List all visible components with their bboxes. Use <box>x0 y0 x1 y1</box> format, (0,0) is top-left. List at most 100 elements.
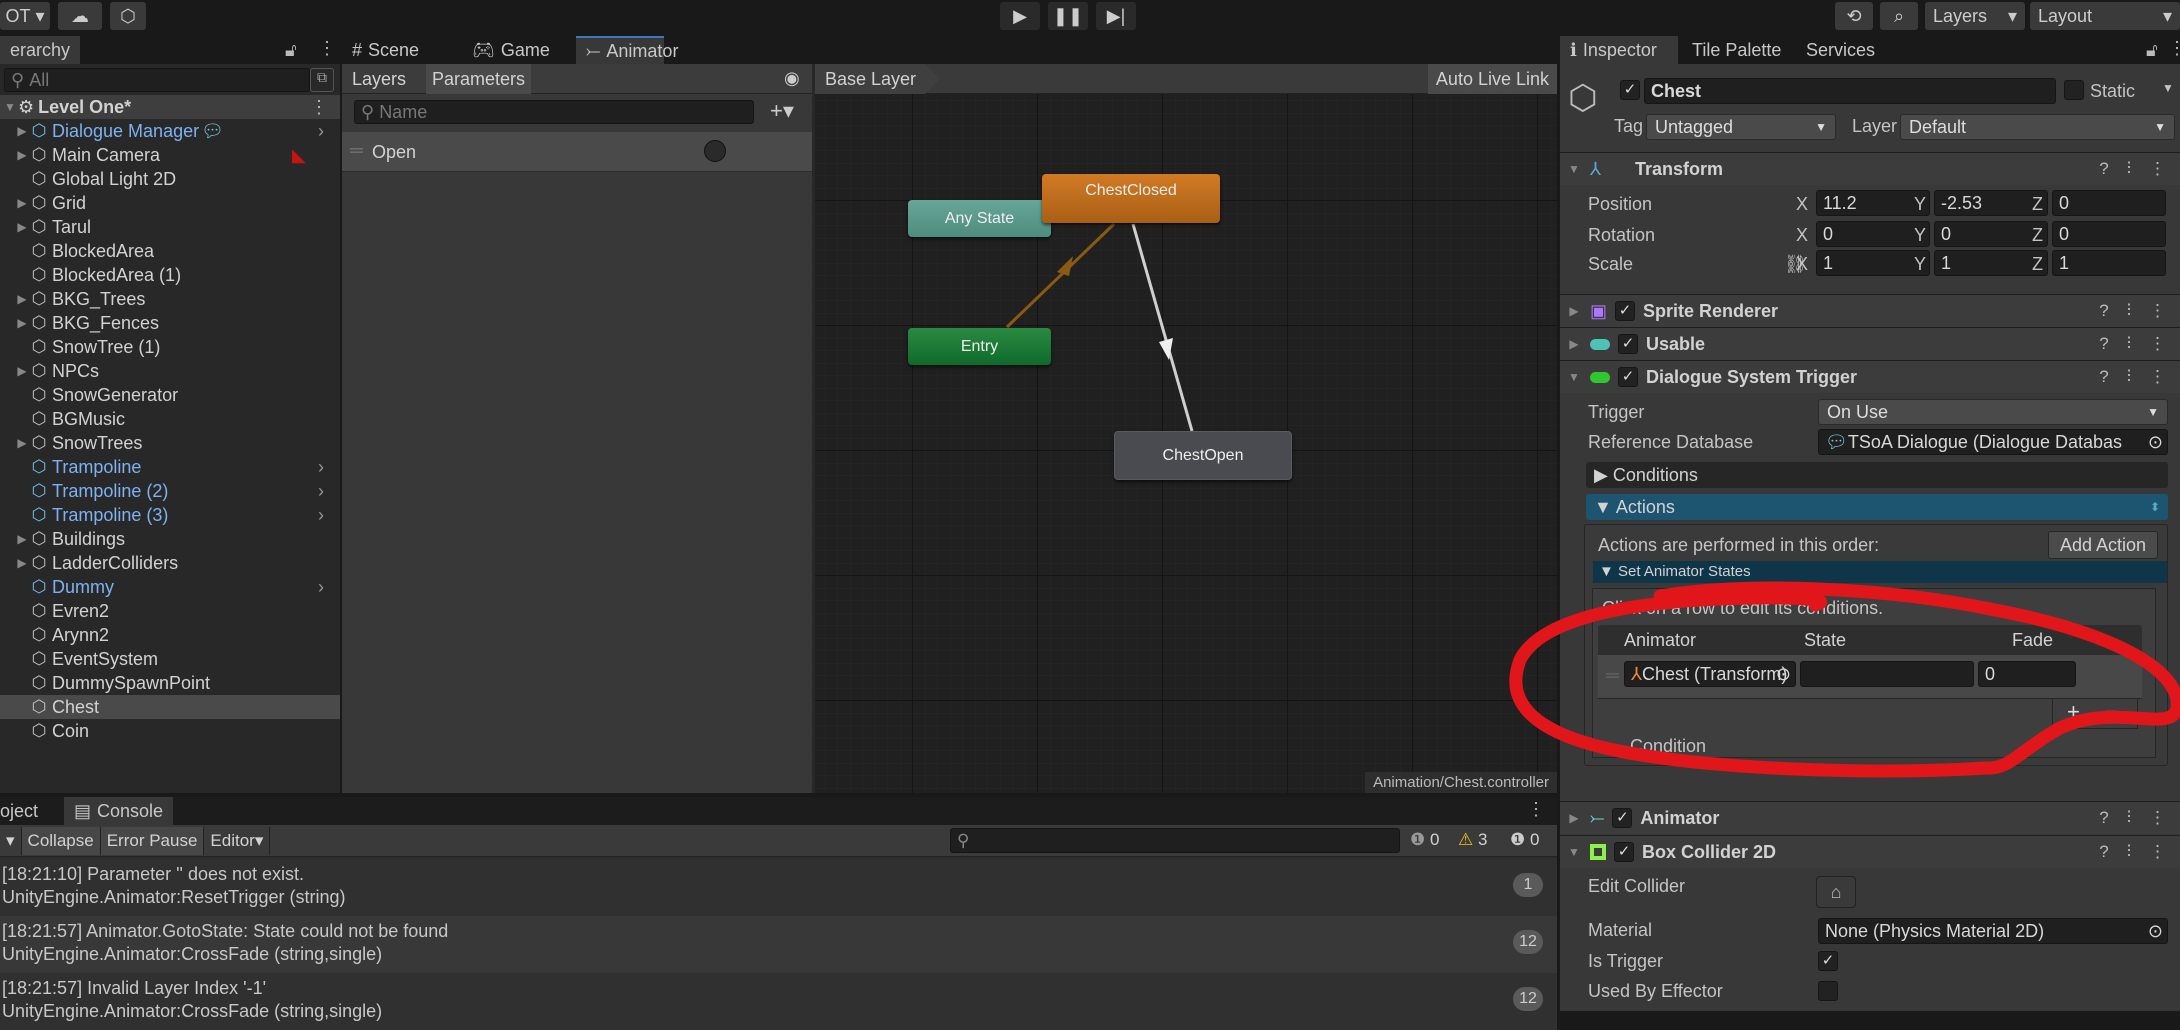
rotation-z-input[interactable]: 0 <box>2052 221 2166 247</box>
hierarchy-item[interactable]: ⬡ Coin <box>0 719 340 743</box>
presets-icon[interactable]: ⫶ <box>2127 334 2131 354</box>
animator-graph[interactable]: Base Layer Auto Live Link Any State Entr… <box>815 64 1557 793</box>
table-row[interactable]: ═ ⅄ Chest (Transform) ⊙ 0 <box>1598 655 2142 699</box>
enabled-checkbox[interactable]: ✓ <box>1618 367 1638 387</box>
enabled-checkbox[interactable]: ✓ <box>1618 334 1638 354</box>
object-picker-icon[interactable]: ⊙ <box>1776 664 1791 685</box>
lock-icon[interactable]: 🔓︎ <box>285 40 297 61</box>
help-icon[interactable]: ? <box>2099 159 2108 179</box>
search-icon[interactable]: ⌕ <box>1880 2 1918 30</box>
tab-inspector[interactable]: ℹ Inspector <box>1560 36 1678 64</box>
add-parameter-button[interactable]: +▾ <box>770 98 794 124</box>
hierarchy-item[interactable]: ▶ ⬡ Tarul <box>0 215 340 239</box>
account-dropdown[interactable]: OT ▾ <box>0 2 50 30</box>
more-menu-icon[interactable]: ⋮ <box>2149 842 2166 862</box>
expand-arrow-icon[interactable]: ▶ <box>14 364 30 378</box>
gameobject-cube-icon[interactable]: ⬡ <box>1568 78 1598 118</box>
state-chest-closed[interactable]: ChestClosed <box>1042 174 1220 223</box>
hierarchy-item[interactable]: ⬡ BlockedArea (1) <box>0 263 340 287</box>
tab-scene[interactable]: # Scene <box>342 36 429 64</box>
static-checkbox[interactable] <box>2064 80 2084 100</box>
more-menu-icon[interactable]: ⋮ <box>2149 808 2166 828</box>
presets-icon[interactable]: ⫶ <box>2127 301 2131 321</box>
error-pause-button[interactable]: Error Pause <box>99 826 204 855</box>
tab-hierarchy[interactable]: erarchy <box>0 36 80 64</box>
breadcrumb-base-layer[interactable]: Base Layer <box>815 64 941 94</box>
expand-arrow-icon[interactable]: ▶ <box>14 124 30 138</box>
console-entry[interactable]: [18:21:57] Animator.GotoState: State cou… <box>0 916 1557 973</box>
expand-arrow-icon[interactable]: ▶ <box>14 436 30 450</box>
hierarchy-item[interactable]: ⬡ Global Light 2D <box>0 167 340 191</box>
chevron-right-icon[interactable]: › <box>318 121 324 142</box>
tab-tile-palette[interactable]: Tile Palette <box>1682 36 1791 64</box>
expand-arrow-icon[interactable]: ▼ <box>2 100 18 114</box>
is-trigger-checkbox[interactable]: ✓ <box>1818 951 1838 971</box>
history-icon[interactable]: ⟲ <box>1835 2 1873 30</box>
help-icon[interactable]: ? <box>2099 301 2108 321</box>
more-menu-icon[interactable]: ⋮ <box>2149 159 2166 179</box>
presets-icon[interactable]: ⫶ <box>2127 367 2131 387</box>
hierarchy-item[interactable]: ⬡ SnowTree (1) <box>0 335 340 359</box>
hierarchy-item[interactable]: ▶ ⬡ BKG_Trees <box>0 287 340 311</box>
hierarchy-item[interactable]: ⬡ BGMusic <box>0 407 340 431</box>
chevron-right-icon[interactable]: › <box>318 481 324 502</box>
remove-row-button[interactable]: − <box>2105 699 2118 725</box>
layout-dropdown[interactable]: Layout ▾ <box>2030 2 2180 30</box>
hierarchy-item[interactable]: ⬡ Evren2 <box>0 599 340 623</box>
hierarchy-item[interactable]: ▶ ⬡ BKG_Fences <box>0 311 340 335</box>
hierarchy-item[interactable]: ⬡ EventSystem <box>0 647 340 671</box>
state-entry[interactable]: Entry <box>908 328 1051 365</box>
object-picker-icon[interactable]: ⊙ <box>2148 921 2163 942</box>
axis-y-label[interactable]: Y <box>1914 194 1926 215</box>
collab-icon[interactable]: ⬡ <box>110 2 146 30</box>
scale-x-input[interactable]: 1 <box>1816 250 1930 276</box>
trigger-dropdown[interactable]: On Use ▼ <box>1818 399 2168 425</box>
tab-project[interactable]: oject <box>0 797 48 825</box>
material-field[interactable]: None (Physics Material 2D) ⊙ <box>1818 918 2168 944</box>
state-input[interactable] <box>1800 661 1974 687</box>
help-icon[interactable]: ? <box>2099 367 2108 387</box>
hierarchy-item[interactable]: ⬡ Chest <box>0 695 340 719</box>
help-icon[interactable]: ? <box>2099 842 2108 862</box>
scene-search-icon[interactable]: ⧉ <box>310 68 334 92</box>
clear-dropdown-icon[interactable]: ▾ <box>0 831 21 851</box>
drag-handle-icon[interactable]: ═ <box>350 140 363 161</box>
hierarchy-item[interactable]: ⬡ Arynn2 <box>0 623 340 647</box>
hierarchy-item[interactable]: ▶ ⬡ SnowTrees <box>0 431 340 455</box>
hierarchy-item[interactable]: ⬡ Trampoline › <box>0 455 340 479</box>
step-button[interactable]: ▶| <box>1096 2 1136 30</box>
axis-x-label[interactable]: X <box>1796 225 1808 246</box>
expand-arrow-icon[interactable]: ▶ <box>14 220 30 234</box>
lock-icon[interactable]: 🔓︎ <box>2146 40 2158 61</box>
axis-x-label[interactable]: X <box>1796 254 1808 275</box>
tab-console[interactable]: ▤ Console <box>64 797 174 825</box>
more-menu-icon[interactable]: ⋮ <box>2168 38 2180 59</box>
hierarchy-item[interactable]: ⬡ Trampoline (3) › <box>0 503 340 527</box>
hierarchy-item[interactable]: ▶ ⬡ Grid <box>0 191 340 215</box>
hierarchy-search-input[interactable]: ⚲ All <box>4 68 310 92</box>
help-icon[interactable]: ? <box>2099 808 2108 828</box>
console-search-input[interactable]: ⚲ <box>950 828 1400 853</box>
usable-header[interactable]: ▶ ✓ Usable ? ⫶ ⋮ <box>1560 327 2180 360</box>
hierarchy-item[interactable]: ▶ ⬡ NPCs <box>0 359 340 383</box>
actions-foldout[interactable]: ▼ Actions ⬍ <box>1586 494 2168 520</box>
transform-header[interactable]: ▼ ⅄ Transform ? ⫶ ⋮ <box>1560 152 2180 185</box>
axis-y-label[interactable]: Y <box>1914 254 1926 275</box>
scene-more-icon[interactable]: ⋮ <box>310 97 328 118</box>
hierarchy-item[interactable]: ⬡ SnowGenerator <box>0 383 340 407</box>
hierarchy-item[interactable]: ⬡ DummySpawnPoint <box>0 671 340 695</box>
expand-arrow-icon[interactable]: ▶ <box>14 292 30 306</box>
enabled-checkbox[interactable]: ✓ <box>1614 842 1634 862</box>
animator-object-field[interactable]: ⅄ Chest (Transform) ⊙ <box>1624 661 1796 687</box>
static-dropdown-icon[interactable]: ▼ <box>2162 81 2174 95</box>
state-any-state[interactable]: Any State <box>908 200 1051 237</box>
hierarchy-item[interactable]: ▶ ⬡ Dialogue Manager 💬︎ › <box>0 119 340 143</box>
chevron-right-icon[interactable]: › <box>318 505 324 526</box>
set-animator-states-foldout[interactable]: ▼ Set Animator States <box>1593 561 2167 583</box>
expand-arrow-icon[interactable]: ▶ <box>14 532 30 546</box>
conditions-foldout[interactable]: ▶ Conditions <box>1586 462 2168 488</box>
hierarchy-item[interactable]: ▶ ⬡ Main Camera ◣ <box>0 143 340 167</box>
parameter-row[interactable]: ═ Open <box>342 132 812 172</box>
more-menu-icon[interactable]: ⋮ <box>2149 301 2166 321</box>
more-menu-icon[interactable]: ⋮ <box>2149 367 2166 387</box>
